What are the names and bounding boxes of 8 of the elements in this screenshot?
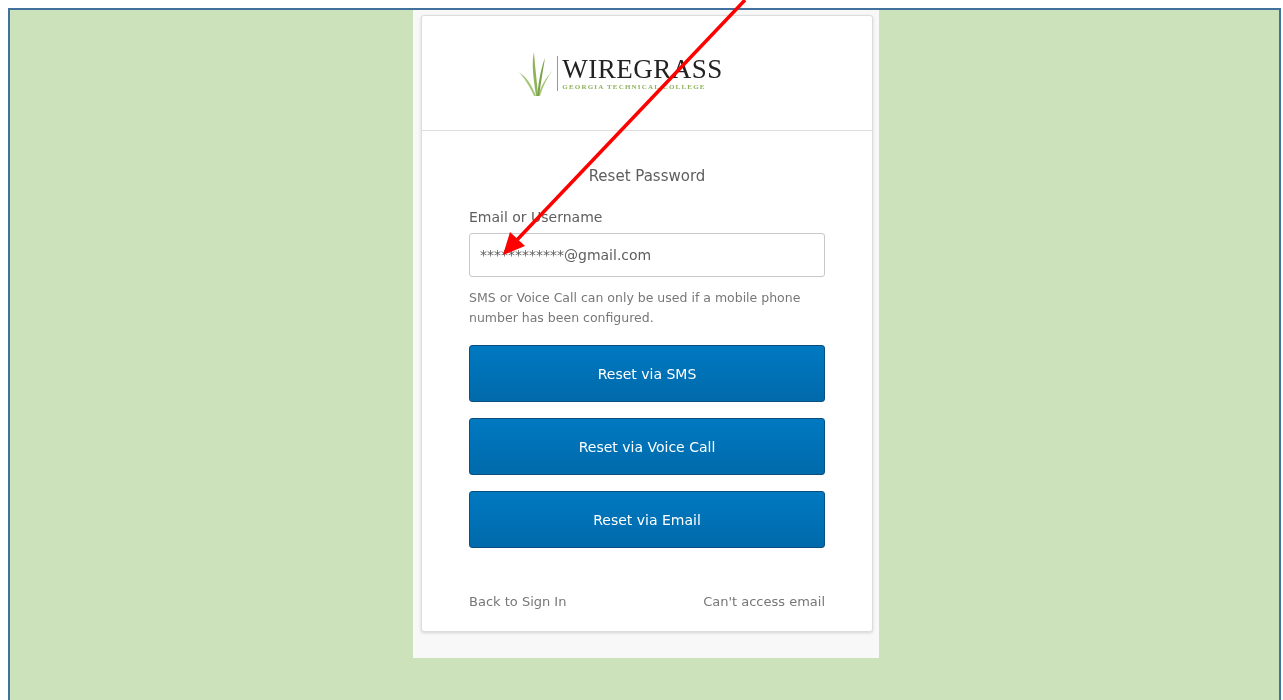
footer-link[interactable]: Can't access email	[703, 594, 825, 609]
reset-button[interactable]: Reset via Email	[469, 491, 825, 548]
email-field[interactable]: ************@gmail.com	[469, 233, 825, 277]
footer-link[interactable]: Back to Sign In	[469, 594, 567, 609]
reset-button[interactable]: Reset via SMS	[469, 345, 825, 402]
hint-text: SMS or Voice Call can only be used if a mobile phone number has been configured.	[469, 289, 802, 327]
reset-button[interactable]: Reset via Voice Call	[469, 418, 825, 475]
form-title: Reset Password	[587, 167, 707, 185]
